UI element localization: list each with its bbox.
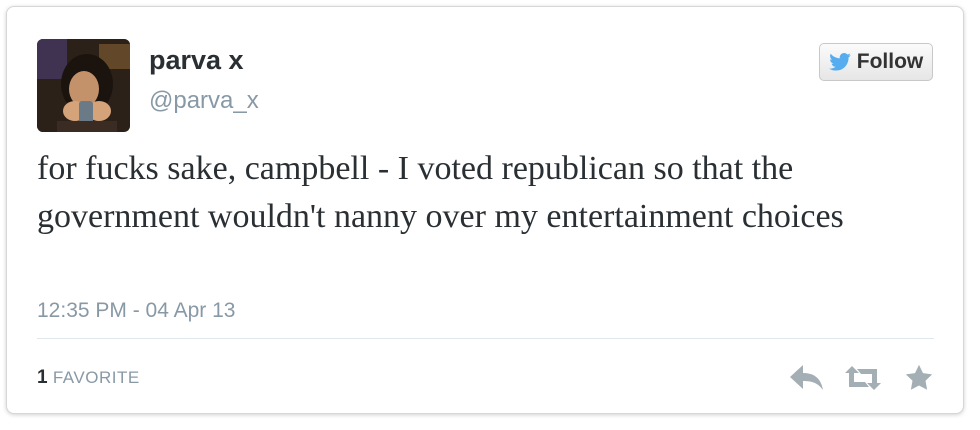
favorites-count: 1 [37, 367, 48, 388]
tweet-card: parva x @parva_x Follow for fucks sake, … [6, 6, 964, 414]
tweet-timestamp[interactable]: 12:35 PM - 04 Apr 13 [37, 299, 235, 323]
follow-button-label: Follow [856, 50, 924, 73]
user-handle[interactable]: @parva_x [149, 87, 259, 115]
follow-button[interactable]: Follow [819, 43, 933, 81]
favorites-label: FAVORITE [52, 368, 140, 387]
favorites-stat[interactable]: 1 FAVORITE [37, 367, 140, 389]
user-display-name[interactable]: parva x [149, 45, 244, 76]
divider [37, 338, 934, 339]
tweet-actions [789, 361, 937, 395]
tweet-text: for fucks sake, campbell - I voted repub… [37, 150, 844, 235]
avatar-photo-icon [37, 39, 130, 132]
avatar[interactable] [37, 39, 130, 132]
reply-icon[interactable] [789, 361, 825, 395]
star-icon[interactable] [901, 361, 937, 395]
twitter-bird-icon [828, 53, 851, 71]
retweet-icon[interactable] [845, 361, 881, 395]
